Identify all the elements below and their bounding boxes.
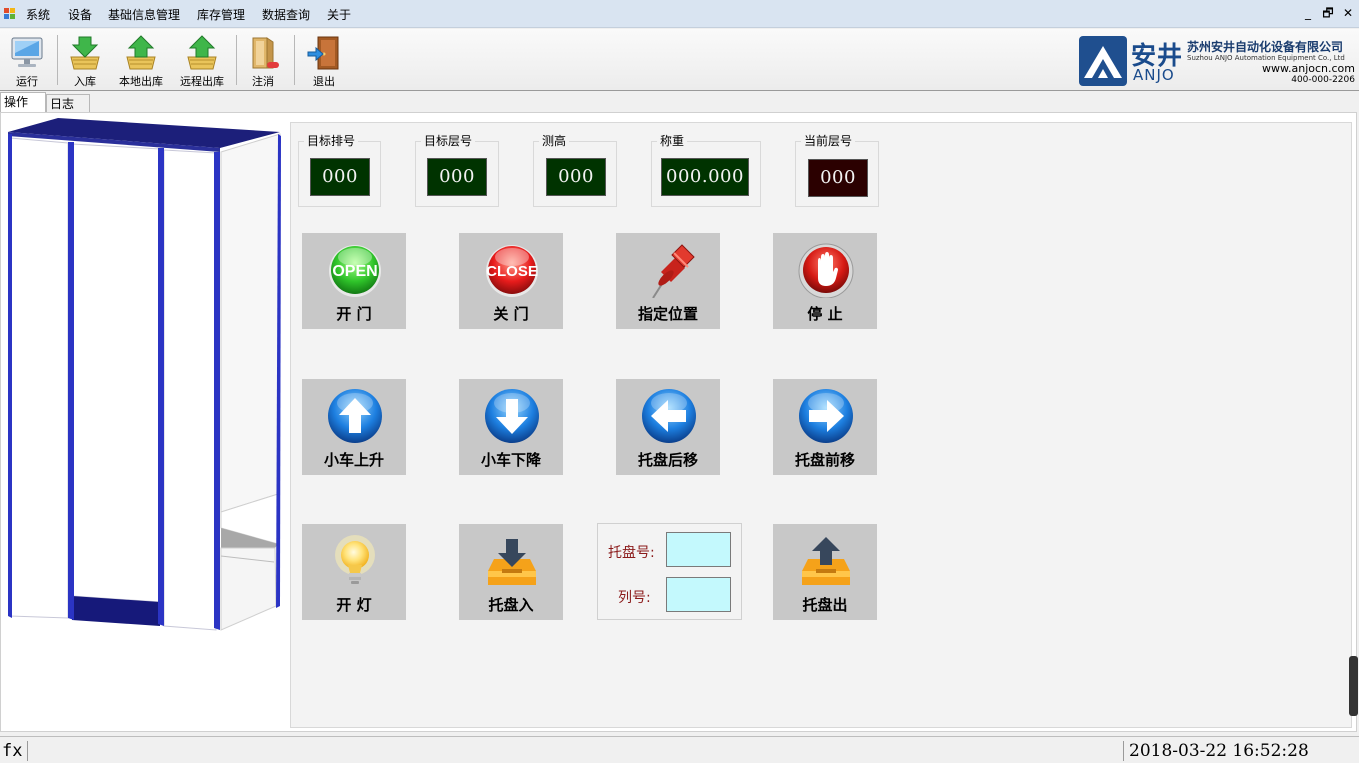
tray-back-label: 托盘后移: [637, 451, 698, 469]
weight-display: 000.000: [661, 158, 749, 196]
remote-outbound-icon: [187, 35, 217, 70]
open-icon-text: OPEN: [332, 263, 377, 280]
target-layer-title: 目标层号: [421, 133, 476, 149]
toolbar-divider: [294, 35, 295, 85]
menu-about[interactable]: 关于: [327, 7, 351, 23]
anjo-logo: [1079, 36, 1127, 86]
inbound-icon: [70, 36, 100, 70]
restore-button[interactable]: 🗗: [1320, 5, 1336, 21]
menu-data-query[interactable]: 数据查询: [262, 7, 310, 23]
company-phone: 400-000-2206: [1291, 75, 1355, 85]
light-on-label: 开 灯: [336, 596, 372, 614]
inbound-label: 入库: [74, 75, 96, 88]
tray-forward-label: 托盘前移: [794, 451, 855, 469]
status-datetime: 2018-03-22 16:52:28: [1129, 741, 1309, 761]
tab-operation[interactable]: 操作: [0, 92, 46, 113]
cart-up-button[interactable]: 小车上升: [302, 379, 406, 475]
menu-inventory[interactable]: 库存管理: [197, 7, 245, 23]
run-label: 运行: [16, 75, 38, 88]
arrow-left-icon: [642, 389, 696, 443]
target-row-title: 目标排号: [304, 133, 359, 149]
storage-cabinet-drawing: [8, 118, 281, 631]
minimize-button[interactable]: _: [1300, 5, 1316, 21]
height-title: 测高: [539, 133, 570, 149]
local-outbound-label: 本地出库: [119, 75, 163, 88]
toolbar-divider: [57, 35, 58, 85]
cart-down-button[interactable]: 小车下降: [459, 379, 563, 475]
status-divider: [27, 741, 28, 761]
arrow-right-icon: [799, 389, 853, 443]
exit-button[interactable]: 退出: [304, 33, 344, 89]
light-on-button[interactable]: 开 灯: [302, 524, 406, 620]
arrow-down-icon: [485, 389, 539, 443]
stop-label: 停 止: [807, 305, 843, 323]
target-layer-display: 000: [427, 158, 487, 196]
column-number-label: 列号:: [618, 590, 651, 606]
close-door-button[interactable]: CLOSE 关 门: [459, 233, 563, 329]
menu-bar: 系统 设备 基础信息管理 库存管理 数据查询 关于 _ 🗗 ✕: [0, 0, 1359, 28]
tab-strip: 操作 日志: [0, 92, 1359, 113]
arrow-up-icon: [328, 389, 382, 443]
menu-device[interactable]: 设备: [68, 7, 92, 23]
company-name: 苏州安井自动化设备有限公司: [1187, 40, 1344, 54]
logoff-icon: [252, 37, 279, 69]
menu-basic-info[interactable]: 基础信息管理: [108, 7, 180, 23]
cart-up-label: 小车上升: [323, 451, 384, 469]
open-door-label: 开 门: [336, 305, 372, 323]
brand-name-en: ANJO: [1133, 66, 1175, 84]
open-icon: OPEN: [329, 245, 381, 297]
status-fx: fx: [2, 741, 23, 761]
stop-button[interactable]: 停 止: [773, 233, 877, 329]
company-website: www.anjocn.com: [1262, 62, 1355, 75]
vertical-scrollbar[interactable]: [1349, 656, 1358, 716]
pallet-number-label: 托盘号:: [608, 545, 655, 561]
cart-down-label: 小车下降: [480, 451, 541, 469]
pallet-number-input[interactable]: [666, 532, 731, 567]
stop-hand-icon: [798, 243, 854, 298]
height-display: 000: [546, 158, 606, 196]
toolbar-divider: [236, 35, 237, 85]
local-outbound-icon: [126, 35, 156, 70]
tray-out-label: 托盘出: [802, 596, 848, 614]
tray-in-label: 托盘入: [488, 596, 534, 614]
exit-door-icon: [307, 36, 339, 70]
status-divider: [1123, 741, 1124, 761]
tray-back-button[interactable]: 托盘后移: [616, 379, 720, 475]
logoff-label: 注消: [252, 75, 274, 88]
monitor-icon: [11, 37, 43, 67]
tray-in-icon: [488, 539, 536, 585]
close-window-button[interactable]: ✕: [1340, 5, 1356, 21]
light-bulb-icon: [335, 535, 375, 584]
current-layer-title: 当前层号: [801, 133, 856, 149]
tray-out-button[interactable]: 托盘出: [773, 524, 877, 620]
app-icon[interactable]: [4, 8, 16, 20]
logoff-button[interactable]: 注消: [243, 33, 283, 89]
weight-title: 称重: [657, 133, 688, 149]
remote-outbound-button[interactable]: 远程出库: [174, 33, 230, 89]
company-name-en: Suzhou ANJO Automation Equipment Co., Lt…: [1187, 54, 1345, 62]
exit-label: 退出: [313, 75, 335, 88]
set-position-label: 指定位置: [637, 305, 698, 323]
local-outbound-button[interactable]: 本地出库: [114, 33, 168, 89]
close-icon-text: CLOSE: [486, 263, 538, 280]
target-row-display: 000: [310, 158, 370, 196]
open-door-button[interactable]: OPEN 开 门: [302, 233, 406, 329]
run-button[interactable]: 运行: [6, 33, 48, 89]
current-layer-display: 000: [808, 159, 868, 197]
column-number-input[interactable]: [666, 577, 731, 612]
tray-forward-button[interactable]: 托盘前移: [773, 379, 877, 475]
tray-out-icon: [802, 537, 850, 585]
tray-in-button[interactable]: 托盘入: [459, 524, 563, 620]
status-bar: fx 2018-03-22 16:52:28: [0, 736, 1359, 763]
set-position-button[interactable]: 指定位置: [616, 233, 720, 329]
tab-log[interactable]: 日志: [46, 94, 90, 113]
close-icon: CLOSE: [486, 245, 538, 297]
inbound-button[interactable]: 入库: [64, 33, 106, 89]
pushpin-icon: [652, 244, 695, 298]
app-window: 系统 设备 基础信息管理 库存管理 数据查询 关于 _ 🗗 ✕ 运行 入库 本地…: [0, 0, 1359, 763]
menu-system[interactable]: 系统: [26, 7, 50, 23]
remote-outbound-label: 远程出库: [180, 75, 224, 88]
close-door-label: 关 门: [493, 305, 529, 323]
